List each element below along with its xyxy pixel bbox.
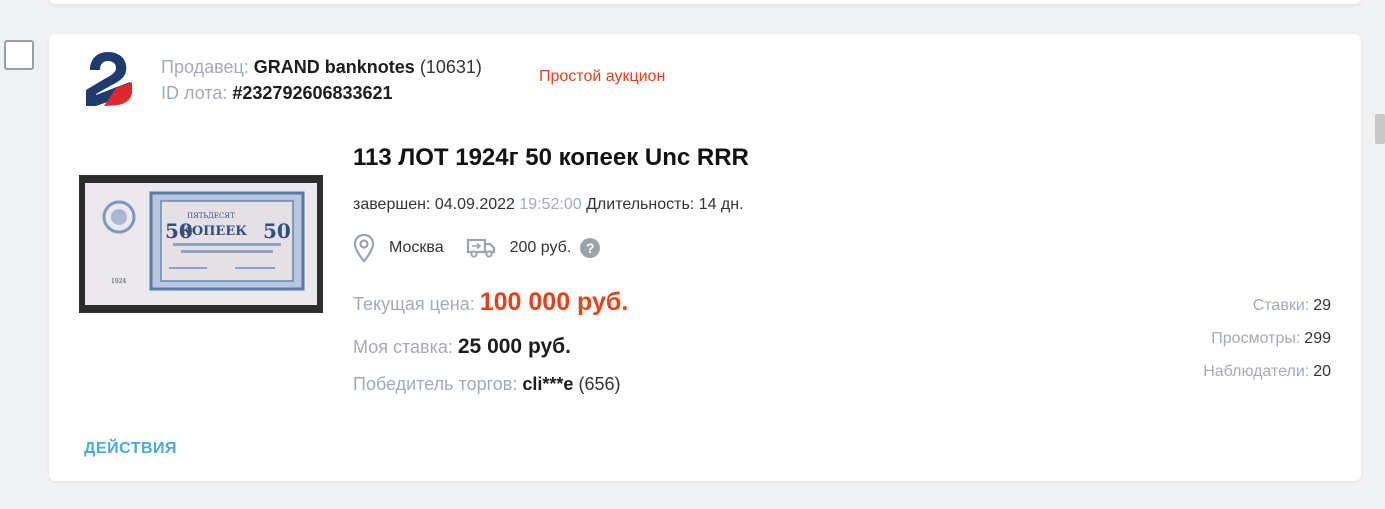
scrollbar-thumb[interactable] bbox=[1375, 114, 1385, 144]
banknote-number-right: 50 bbox=[263, 219, 291, 243]
stat-bids: Ставки: 29 bbox=[1203, 289, 1331, 322]
banknote-number-left: 50 bbox=[165, 219, 193, 243]
ended-time: 19:52:00 bbox=[519, 196, 582, 213]
winner-rating: (656) bbox=[578, 374, 621, 394]
current-price: Текущая цена: 100 000 руб. bbox=[353, 288, 628, 317]
ended-date: 04.09.2022 bbox=[434, 196, 515, 213]
banknote-year: 1924 bbox=[111, 278, 126, 285]
truck-icon bbox=[466, 238, 495, 258]
views-label: Просмотры: bbox=[1211, 330, 1301, 347]
auction-type-badge: Простой аукцион bbox=[539, 68, 666, 85]
banknote-illustration: ПЯТЬДЕСЯТ КОПЕЕК 50 50 1924 bbox=[102, 191, 305, 291]
lot-id-value: #232792606833621 bbox=[232, 83, 393, 103]
my-bid-value: 25 000 руб. bbox=[457, 335, 571, 358]
seller-info: Продавец: GRAND banknotes (10631) ID лот… bbox=[161, 54, 482, 106]
lot-stats: Ставки: 29 Просмотры: 299 Наблюдатели: 20 bbox=[1203, 289, 1331, 388]
winner-name[interactable]: cli***e bbox=[522, 374, 573, 394]
ended-label: завершен: bbox=[353, 196, 431, 213]
actions-button[interactable]: ДЕЙСТВИЯ bbox=[84, 440, 177, 458]
question-circle-icon[interactable]: ? bbox=[580, 238, 601, 258]
watchers-value: 20 bbox=[1313, 363, 1331, 380]
duration-value: 14 дн. bbox=[698, 196, 744, 213]
bids-value: 29 bbox=[1313, 297, 1331, 314]
seller-label: Продавец: bbox=[161, 57, 249, 77]
views-value: 299 bbox=[1304, 330, 1331, 347]
lot-id-label: ID лота: bbox=[161, 83, 228, 103]
current-price-value: 100 000 руб. bbox=[479, 288, 629, 316]
seller-rating: (10631) bbox=[419, 57, 482, 77]
stat-watchers: Наблюдатели: 20 bbox=[1203, 355, 1331, 388]
lot-title-link[interactable]: 113 ЛОТ 1924г 50 копеек Unc RRR bbox=[353, 144, 749, 172]
seller-logo[interactable] bbox=[82, 48, 134, 108]
current-price-label: Текущая цена: bbox=[353, 294, 475, 314]
map-pin-icon bbox=[353, 233, 375, 263]
my-bid: Моя ставка: 25 000 руб. bbox=[353, 335, 571, 359]
shipping-cost: 200 руб. bbox=[509, 239, 572, 256]
banknote-top-text: ПЯТЬДЕСЯТ bbox=[187, 212, 235, 220]
lot-meta: завершен: 04.09.2022 19:52:00 Длительнос… bbox=[353, 196, 744, 214]
lot-image[interactable]: ПЯТЬДЕСЯТ КОПЕЕК 50 50 1924 bbox=[79, 175, 323, 313]
location-text: Москва bbox=[389, 239, 444, 256]
winner-label: Победитель торгов: bbox=[353, 374, 518, 394]
my-bid-label: Моя ставка: bbox=[353, 337, 453, 357]
lot-select-checkbox[interactable] bbox=[4, 40, 34, 70]
auction-winner: Победитель торгов: cli***e (656) bbox=[353, 374, 620, 395]
previous-lot-card bbox=[49, 0, 1361, 4]
bids-label: Ставки: bbox=[1252, 297, 1310, 314]
watchers-label: Наблюдатели: bbox=[1203, 363, 1310, 380]
seller-name-link[interactable]: GRAND banknotes bbox=[254, 57, 415, 77]
duration-label: Длительность: bbox=[586, 196, 695, 213]
stat-views: Просмотры: 299 bbox=[1203, 322, 1331, 355]
location-shipping-row: Москва 200 руб. ? bbox=[353, 232, 601, 264]
